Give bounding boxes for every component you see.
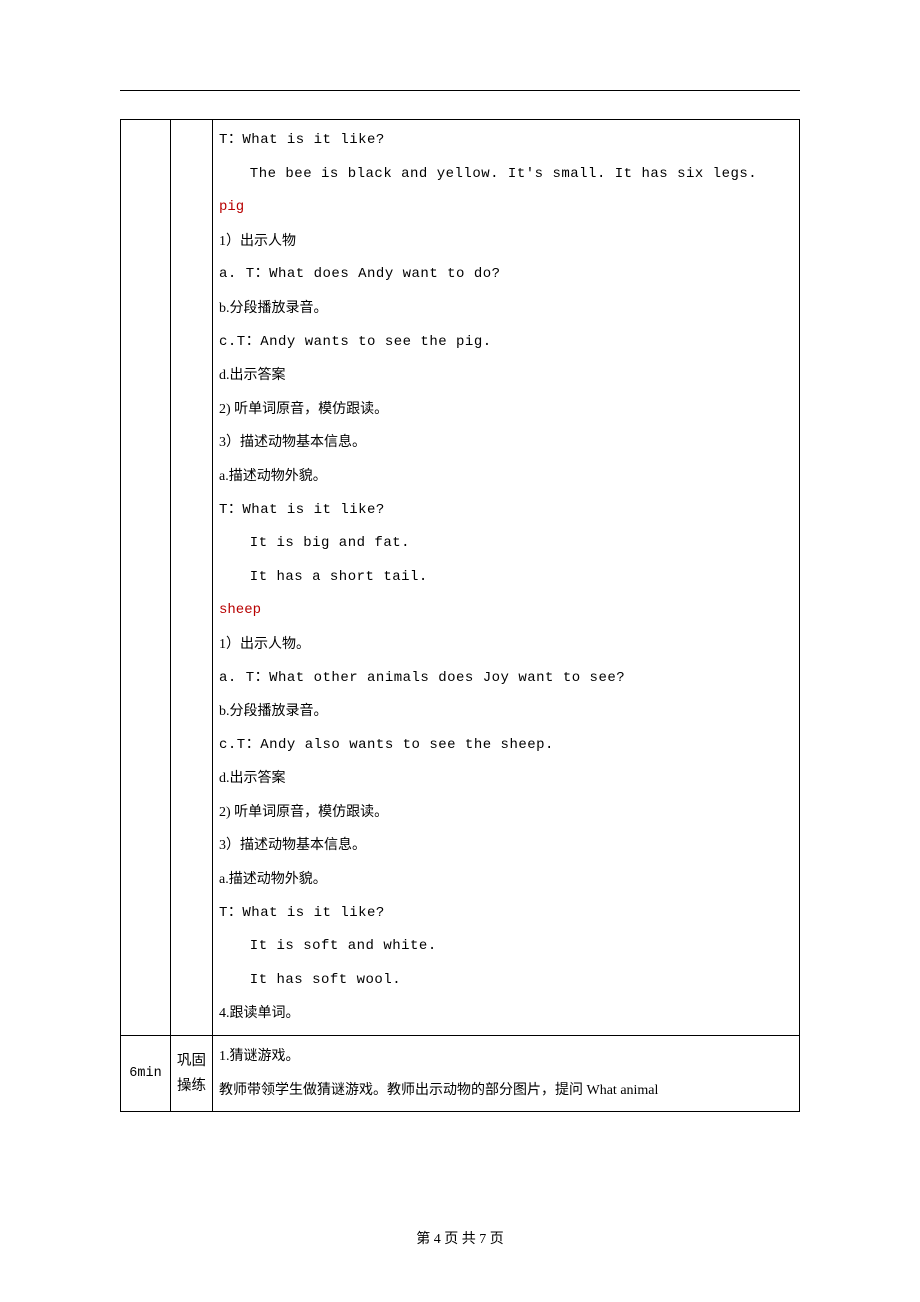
content-line: b.分段播放录音。 <box>219 292 793 326</box>
content-line: c.T：Andy also wants to see the sheep. <box>219 729 793 763</box>
content-line: d.出示答案 <box>219 359 793 393</box>
content-line: 2) 听单词原音，模仿跟读。 <box>219 393 793 427</box>
content-body-practice: 1.猜谜游戏。教师带领学生做猜谜游戏。教师出示动物的部分图片，提问 What a… <box>219 1040 793 1107</box>
content-line: d.出示答案 <box>219 762 793 796</box>
content-line: T：What is it like? <box>219 494 793 528</box>
content-line: b.分段播放录音。 <box>219 695 793 729</box>
content-line: T：What is it like? <box>219 124 793 158</box>
content-line: The bee is black and yellow. It's small.… <box>219 158 793 192</box>
content-line: It has soft wool. <box>219 964 793 998</box>
content-line: a. T：What other animals does Joy want to… <box>219 662 793 696</box>
content-body-main: T：What is it like?The bee is black and y… <box>219 124 793 1031</box>
content-line: 2) 听单词原音，模仿跟读。 <box>219 796 793 830</box>
cell-stage-1 <box>171 120 213 1036</box>
content-line: 3）描述动物基本信息。 <box>219 426 793 460</box>
content-line: It is big and fat. <box>219 527 793 561</box>
content-line: c.T：Andy wants to see the pig. <box>219 326 793 360</box>
content-line: 1）出示人物 <box>219 225 793 259</box>
content-line: a.描述动物外貌。 <box>219 460 793 494</box>
cell-content-1: T：What is it like?The bee is black and y… <box>213 120 800 1036</box>
content-line: 1）出示人物。 <box>219 628 793 662</box>
content-line: T：What is it like? <box>219 897 793 931</box>
content-line: pig <box>219 191 793 225</box>
content-line: a.描述动物外貌。 <box>219 863 793 897</box>
content-line: 1.猜谜游戏。 <box>219 1040 793 1074</box>
cell-time-1 <box>121 120 171 1036</box>
table-row: T：What is it like?The bee is black and y… <box>121 120 800 1036</box>
content-line: 4.跟读单词。 <box>219 997 793 1031</box>
content-line: It is soft and white. <box>219 930 793 964</box>
content-line: 教师带领学生做猜谜游戏。教师出示动物的部分图片，提问 What animal <box>219 1074 793 1108</box>
content-line: 3）描述动物基本信息。 <box>219 829 793 863</box>
cell-stage-2: 巩固操练 <box>171 1036 213 1112</box>
table-row: 6min 巩固操练 1.猜谜游戏。教师带领学生做猜谜游戏。教师出示动物的部分图片… <box>121 1036 800 1112</box>
cell-content-2: 1.猜谜游戏。教师带领学生做猜谜游戏。教师出示动物的部分图片，提问 What a… <box>213 1036 800 1112</box>
page-footer: 第 4 页 共 7 页 <box>0 1228 920 1248</box>
page-container: T：What is it like?The bee is black and y… <box>0 0 920 1162</box>
cell-time-2: 6min <box>121 1036 171 1112</box>
content-line: a. T：What does Andy want to do? <box>219 258 793 292</box>
content-line: It has a short tail. <box>219 561 793 595</box>
top-rule <box>120 90 800 91</box>
lesson-plan-table: T：What is it like?The bee is black and y… <box>120 119 800 1112</box>
content-line: sheep <box>219 594 793 628</box>
